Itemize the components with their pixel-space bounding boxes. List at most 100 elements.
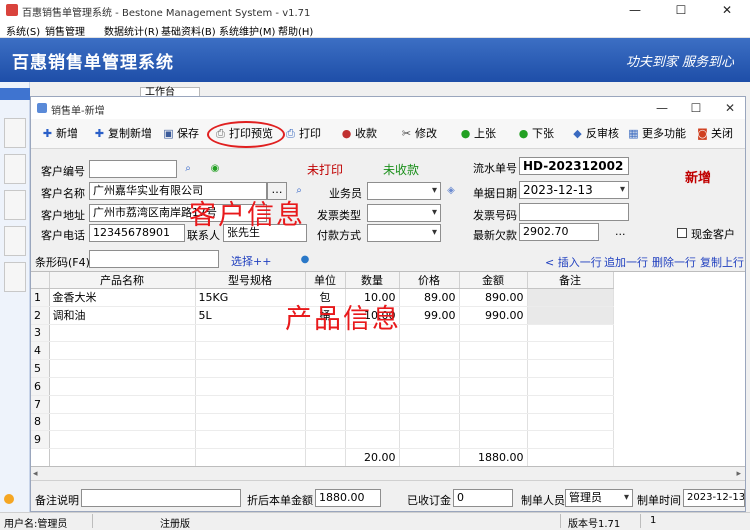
scroll-right-icon[interactable]: ▸ <box>736 469 741 479</box>
customer-code-input[interactable] <box>89 160 177 178</box>
nav-button-3[interactable] <box>4 190 26 220</box>
app-minimize-button[interactable]: — <box>612 0 658 20</box>
qty-cell[interactable] <box>345 377 400 396</box>
qty-cell[interactable] <box>345 430 400 450</box>
unit-cell[interactable] <box>305 413 346 432</box>
product-name-cell[interactable] <box>49 377 196 396</box>
column-header-name[interactable]: 产品名称 <box>49 272 196 289</box>
table-row[interactable]: 6 <box>31 377 614 396</box>
edit-button[interactable]: ✂ 修改 <box>400 126 437 142</box>
nav-button-1[interactable] <box>4 118 26 148</box>
spec-cell[interactable] <box>195 430 306 450</box>
qty-cell[interactable] <box>345 413 400 432</box>
column-header-qty[interactable]: 数量 <box>345 272 400 289</box>
amount-cell[interactable]: 890.00 <box>459 288 528 307</box>
invoice-no-input[interactable] <box>519 203 629 221</box>
product-name-cell[interactable] <box>49 413 196 432</box>
deposit-input[interactable]: 0 <box>453 489 513 507</box>
salesman-select[interactable] <box>367 182 441 200</box>
amount-cell[interactable] <box>459 413 528 432</box>
unit-cell[interactable] <box>305 395 346 414</box>
next-button[interactable]: ● 下张 <box>517 126 554 142</box>
price-cell[interactable]: 89.00 <box>399 288 460 307</box>
remark-cell[interactable] <box>527 341 614 361</box>
remark-input[interactable] <box>81 489 241 507</box>
more-button[interactable]: ▦ 更多功能 <box>627 126 686 142</box>
app-close-button[interactable]: ✕ <box>704 0 750 20</box>
table-row[interactable]: 8 <box>31 413 614 432</box>
remark-cell[interactable] <box>527 306 614 325</box>
unit-cell[interactable] <box>305 430 346 450</box>
print-button[interactable]: ⎙ 打印 <box>284 126 321 142</box>
refresh-icon[interactable]: ◉ <box>209 163 221 175</box>
amount-cell[interactable]: 990.00 <box>459 306 528 325</box>
child-minimize-button[interactable]: — <box>647 99 677 117</box>
remark-cell[interactable] <box>527 430 614 450</box>
qty-cell[interactable] <box>345 341 400 361</box>
amount-cell[interactable] <box>459 430 528 450</box>
arrears-more-button[interactable]: ... <box>615 225 626 238</box>
notification-icon[interactable] <box>4 494 14 504</box>
table-row[interactable]: 5 <box>31 359 614 378</box>
insert-row-button[interactable]: < 插入一行 <box>545 254 602 270</box>
unit-cell[interactable] <box>305 341 346 361</box>
product-name-cell[interactable] <box>49 359 196 378</box>
product-name-cell[interactable]: 金香大米 <box>49 288 196 307</box>
column-header-price[interactable]: 价格 <box>399 272 460 289</box>
spec-cell[interactable] <box>195 359 306 378</box>
globe-icon[interactable]: ● <box>299 254 311 266</box>
price-cell[interactable] <box>399 413 460 432</box>
product-name-cell[interactable] <box>49 395 196 414</box>
spec-cell[interactable] <box>195 341 306 361</box>
app-maximize-button[interactable]: ☐ <box>658 0 704 20</box>
menu-system[interactable]: 系统(S) <box>6 23 40 38</box>
unaudit-button[interactable]: ◆ 反审核 <box>571 126 619 142</box>
remark-cell[interactable] <box>527 395 614 414</box>
amount-cell[interactable] <box>459 341 528 361</box>
barcode-input[interactable] <box>89 250 219 268</box>
nav-button-2[interactable] <box>4 154 26 184</box>
append-row-button[interactable]: 追加一行 <box>604 254 648 270</box>
column-header-remark[interactable]: 备注 <box>527 272 614 289</box>
remark-cell[interactable] <box>527 324 614 343</box>
column-header-unit[interactable]: 单位 <box>305 272 346 289</box>
amount-cell[interactable] <box>459 324 528 343</box>
spec-cell[interactable] <box>195 377 306 396</box>
menu-basic-data[interactable]: 基础资料(B) <box>161 23 216 38</box>
table-row[interactable]: 9 <box>31 430 614 450</box>
make-time-field[interactable]: 2023-12-13 <box>683 489 745 507</box>
remark-cell[interactable] <box>527 413 614 432</box>
product-name-cell[interactable] <box>49 430 196 450</box>
horizontal-scrollbar[interactable]: ◂ ▸ <box>31 468 745 481</box>
nav-button-5[interactable] <box>4 262 26 292</box>
discount-amount-input[interactable]: 1880.00 <box>315 489 381 507</box>
payment-select[interactable] <box>367 224 441 242</box>
qty-cell[interactable] <box>345 395 400 414</box>
remark-cell[interactable] <box>527 288 614 307</box>
spec-cell[interactable] <box>195 395 306 414</box>
product-name-cell[interactable] <box>49 341 196 361</box>
table-row[interactable]: 4 <box>31 341 614 361</box>
nav-button-4[interactable] <box>4 226 26 256</box>
scroll-left-icon[interactable]: ◂ <box>33 469 38 479</box>
table-row[interactable]: 7 <box>31 395 614 414</box>
child-maximize-button[interactable]: ☐ <box>681 99 711 117</box>
copy-add-button[interactable]: ✚ 复制新增 <box>93 126 152 142</box>
product-name-cell[interactable]: 调和油 <box>49 306 196 325</box>
unit-cell[interactable] <box>305 359 346 378</box>
remark-cell[interactable] <box>527 359 614 378</box>
remark-cell[interactable] <box>527 377 614 396</box>
price-cell[interactable] <box>399 324 460 343</box>
price-cell[interactable] <box>399 395 460 414</box>
cash-customer-checkbox[interactable] <box>677 228 687 238</box>
spec-cell[interactable] <box>195 413 306 432</box>
copy-prev-row-button[interactable]: 复制上行 <box>700 254 744 270</box>
amount-cell[interactable] <box>459 377 528 396</box>
invoice-type-select[interactable] <box>367 204 441 222</box>
price-cell[interactable] <box>399 359 460 378</box>
menu-help[interactable]: 帮助(H) <box>278 23 313 38</box>
qty-cell[interactable] <box>345 359 400 378</box>
close-button[interactable]: ◙ 关闭 <box>696 126 733 142</box>
amount-cell[interactable] <box>459 359 528 378</box>
menu-statistics[interactable]: 数据统计(R) <box>104 23 159 38</box>
